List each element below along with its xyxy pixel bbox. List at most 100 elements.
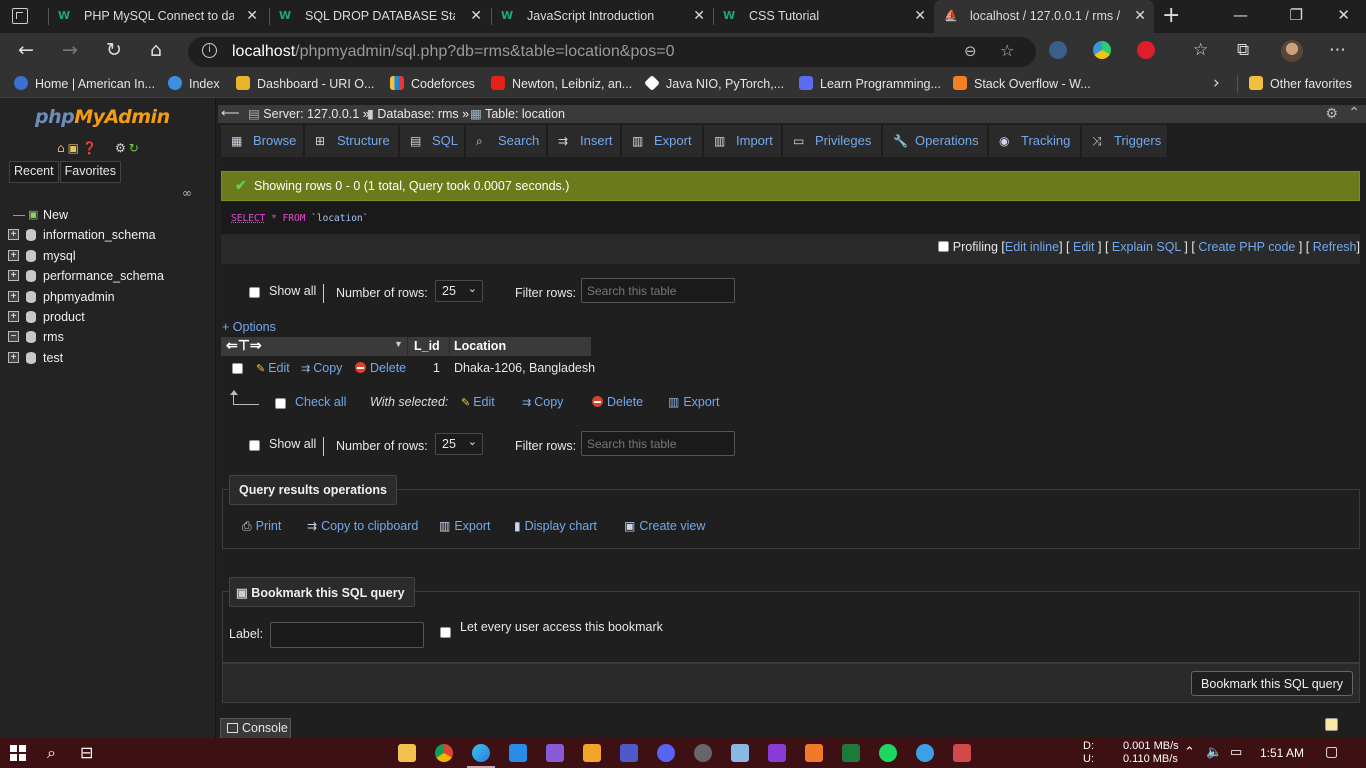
edit-link[interactable]: Edit <box>1073 240 1095 254</box>
row-delete-link[interactable]: Delete <box>355 361 406 375</box>
tab-import[interactable]: ▥ Import <box>704 125 782 157</box>
edge-icon[interactable] <box>472 744 490 762</box>
column-arrows-icon[interactable]: ⇐⊤⇒ <box>226 337 262 354</box>
favorites-icon[interactable]: ☆ <box>1193 40 1208 60</box>
logout-icon[interactable]: ▣ <box>68 141 79 155</box>
obs-icon[interactable] <box>694 744 712 762</box>
vscode-icon[interactable] <box>509 744 527 762</box>
add-favorite-icon[interactable]: ☆ <box>1000 41 1014 60</box>
bookmark-label-input[interactable] <box>270 622 424 648</box>
browser-tab-active[interactable]: ⛵ localhost / 127.0.0.1 / rms / lo ✕ <box>934 0 1154 33</box>
close-tab-icon[interactable]: ✕ <box>246 8 258 24</box>
tree-item-db[interactable]: + mysql <box>8 247 213 267</box>
tab-triggers[interactable]: ⤨ Triggers <box>1082 125 1168 157</box>
clock[interactable]: 1:51 AM <box>1260 746 1304 760</box>
tree-item-db[interactable]: + information_schema <box>8 226 213 246</box>
filter-rows-input[interactable]: Search this table <box>581 278 735 303</box>
url-text[interactable]: localhost/phpmyadmin/sql.php?db=rms&tabl… <box>232 43 675 61</box>
excel-icon[interactable] <box>842 744 860 762</box>
close-window-icon[interactable]: ✕ <box>1337 6 1350 24</box>
create-view-link[interactable]: ▣ Create view <box>624 519 705 533</box>
row-edit-link[interactable]: ✎ Edit <box>256 361 290 375</box>
copy-to-clipboard-link[interactable]: ⇉ Copy to clipboard <box>307 519 418 533</box>
bookmark-this-query-button[interactable]: Bookmark this SQL query <box>1191 671 1353 696</box>
adblock-icon[interactable] <box>1137 41 1155 59</box>
cell-location[interactable]: Dhaka-1206, Bangladesh <box>454 361 595 375</box>
link-icon[interactable]: ∞ <box>182 186 192 200</box>
bulk-copy-button[interactable]: ⇉ Copy <box>522 395 563 409</box>
bulk-delete-button[interactable]: Delete <box>592 395 643 409</box>
collections-icon[interactable]: ⧉ <box>1237 40 1249 60</box>
bookmark-item[interactable]: Java NIO, PyTorch,... <box>644 75 784 91</box>
row-checkbox[interactable] <box>232 362 243 376</box>
home-icon[interactable]: ⌂ <box>150 39 162 61</box>
phpmyadmin-logo[interactable]: phpMyAdmin <box>35 106 170 128</box>
filter-rows-input[interactable]: Search this table <box>581 431 735 456</box>
spotify-icon[interactable] <box>879 744 897 762</box>
breadcrumb-database[interactable]: ▮ Database: rms » <box>367 106 469 121</box>
tab-favorites[interactable]: Favorites <box>59 161 122 183</box>
tab-operations[interactable]: 🔧 Operations <box>883 125 988 157</box>
chevron-up-icon[interactable]: ⌃ <box>1184 745 1195 760</box>
tab-structure[interactable]: ⊞ Structure <box>305 125 399 157</box>
help-icon[interactable]: ❓ <box>82 141 97 155</box>
xampp-icon[interactable] <box>805 744 823 762</box>
tab-export[interactable]: ▥ Export <box>622 125 703 157</box>
rows-per-page-select[interactable]: 25 ⌄ <box>435 280 483 302</box>
tab-actions-icon[interactable] <box>12 8 28 24</box>
sublime-icon[interactable] <box>583 744 601 762</box>
refresh-link[interactable]: Refresh <box>1313 240 1357 254</box>
expand-icon[interactable]: + <box>8 229 19 241</box>
more-menu-icon[interactable]: ⋯ <box>1329 40 1346 60</box>
create-php-code-link[interactable]: Create PHP code <box>1198 240 1295 254</box>
tab-insert[interactable]: ⇉ Insert <box>548 125 621 157</box>
site-info-icon[interactable]: i <box>202 43 217 58</box>
discord-icon[interactable] <box>657 744 675 762</box>
app-icon[interactable] <box>731 744 749 762</box>
rows-per-page-select[interactable]: 25 ⌄ <box>435 433 483 455</box>
expand-icon[interactable]: + <box>8 290 19 302</box>
bookmark-public-checkbox[interactable] <box>440 622 451 641</box>
address-bar[interactable]: i localhost/phpmyadmin/sql.php?db=rms&ta… <box>188 37 1036 67</box>
print-link[interactable]: ⎙ Print <box>242 519 281 534</box>
export-link[interactable]: ▥ Export <box>439 519 490 533</box>
breadcrumb-server[interactable]: ▤ Server: 127.0.0.1 » <box>248 106 370 121</box>
expand-icon[interactable]: + <box>8 270 19 282</box>
browser-tab[interactable]: W SQL DROP DATABASE Statem ✕ <box>269 0 490 33</box>
console-toggle[interactable]: Console <box>220 718 291 738</box>
edit-inline-link[interactable]: Edit inline <box>1005 240 1059 254</box>
chevron-right-icon[interactable]: › <box>1213 73 1220 93</box>
collapse-panel-icon[interactable]: ⟵ <box>221 105 240 121</box>
close-tab-icon[interactable]: ✕ <box>1134 8 1146 24</box>
restore-icon[interactable]: ❐ <box>1290 6 1303 24</box>
bookmark-item[interactable]: Index <box>168 76 220 91</box>
cell-l-id[interactable]: 1 <box>433 361 440 375</box>
column-header-location[interactable]: Location <box>454 339 506 353</box>
close-tab-icon[interactable]: ✕ <box>470 8 482 24</box>
tab-recent[interactable]: Recent <box>9 161 59 183</box>
teams-icon[interactable] <box>620 744 638 762</box>
new-tab-icon[interactable]: + <box>1162 3 1180 28</box>
file-explorer-icon[interactable] <box>398 744 416 762</box>
profile-avatar[interactable] <box>1281 40 1303 62</box>
tree-item-db-open[interactable]: − rms <box>8 328 213 348</box>
show-all-checkbox[interactable] <box>249 439 260 453</box>
collapse-icon[interactable]: − <box>8 331 19 343</box>
bookmark-item[interactable]: Stack Overflow - W... <box>953 76 1091 91</box>
volume-icon[interactable]: 🔈 <box>1206 745 1222 760</box>
settings-icon[interactable]: ⚙ <box>1325 105 1338 122</box>
bookmark-item[interactable]: Dashboard - URI O... <box>236 76 374 91</box>
tab-browse[interactable]: ▦ Browse <box>221 125 304 157</box>
app-icon[interactable] <box>953 744 971 762</box>
minimize-icon[interactable]: — <box>1233 6 1248 24</box>
bulk-edit-button[interactable]: ✎ Edit <box>461 395 495 409</box>
tree-item-db[interactable]: + phpmyadmin <box>8 288 213 308</box>
expand-icon[interactable]: + <box>8 249 19 261</box>
tab-search[interactable]: ⌕ Search <box>466 125 547 157</box>
breadcrumb-table[interactable]: ▦ Table: location <box>470 106 565 121</box>
check-all-checkbox[interactable] <box>275 397 286 411</box>
chrome-icon[interactable] <box>435 744 453 762</box>
browser-tab[interactable]: W PHP MySQL Connect to datab ✕ <box>48 0 266 33</box>
profiling-checkbox[interactable] <box>938 241 950 252</box>
column-header-l-id[interactable]: L_id <box>414 339 440 353</box>
